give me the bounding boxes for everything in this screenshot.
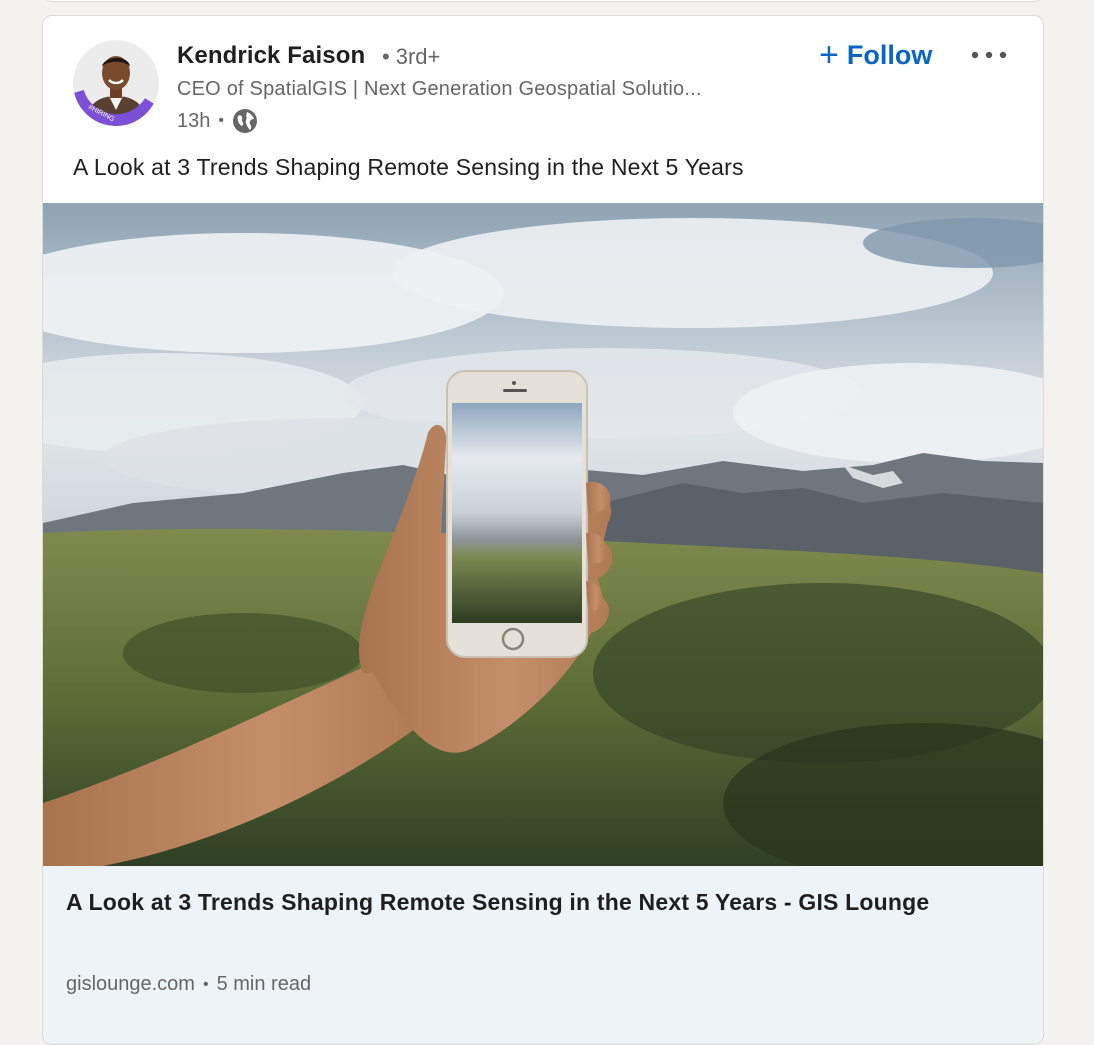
author-avatar[interactable]: #HIRING (73, 40, 159, 126)
author-name[interactable]: Kendrick Faison (177, 42, 365, 70)
plus-icon: + (819, 36, 839, 74)
feed-post-card: #HIRING Kendrick Faison • 3rd+ CEO of Spa… (42, 15, 1044, 1045)
article-read-time: 5 min read (216, 973, 312, 995)
post-meta: 13h • (177, 108, 258, 134)
follow-label: Follow (846, 39, 933, 70)
article-meta: gislounge.com • 5 min read (66, 973, 312, 995)
more-options-button[interactable] (965, 38, 1013, 72)
article-link-preview[interactable]: A Look at 3 Trends Shaping Remote Sensin… (43, 866, 1043, 1044)
article-title[interactable]: A Look at 3 Trends Shaping Remote Sensin… (66, 884, 986, 921)
avatar-photo: #HIRING (73, 40, 159, 126)
connection-degree: • 3rd+ (382, 44, 441, 69)
ellipsis-icon (971, 51, 1007, 59)
globe-icon (232, 109, 257, 133)
connection-degree-label: 3rd+ (395, 44, 441, 69)
post-commentary: A Look at 3 Trends Shaping Remote Sensin… (73, 154, 744, 180)
follow-button[interactable]: + Follow (813, 34, 938, 76)
post-image[interactable] (43, 203, 1043, 866)
article-domain: gislounge.com (66, 973, 195, 995)
post-timestamp: 13h (177, 109, 211, 132)
author-headline: CEO of SpatialGIS | Next Generation Geos… (177, 78, 702, 100)
previous-post-card (42, 0, 1044, 2)
